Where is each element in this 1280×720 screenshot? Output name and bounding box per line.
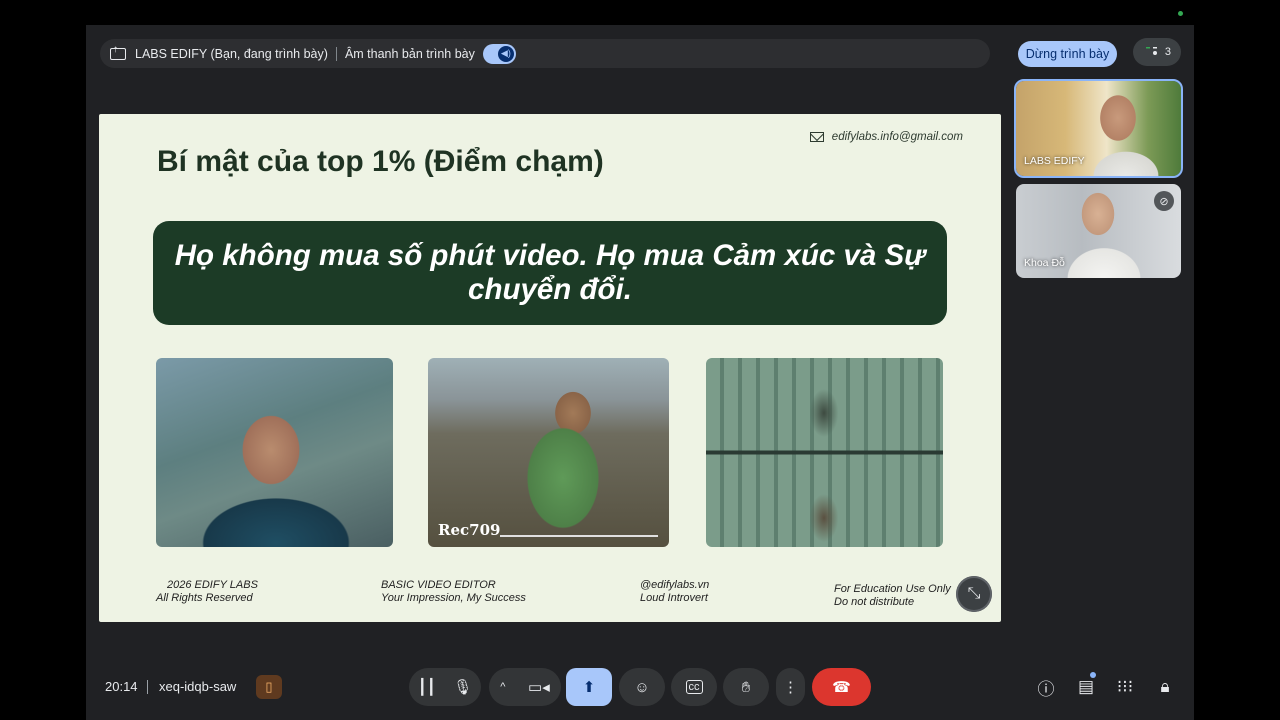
footer-handle-line1: @edifylabs.vn (640, 579, 710, 591)
footer-course-line1: BASIC VIDEO EDITOR (381, 579, 496, 591)
caption-line (500, 535, 658, 537)
footer-copyright: 2026 EDIFY LABS All Rights Reserved (156, 579, 258, 604)
mic-control-group: ┃┃ 🎙︎ (409, 668, 481, 706)
collapse-icon: ⤡ (967, 585, 981, 602)
more-options-button[interactable]: ⋮ (776, 668, 805, 706)
footer-handle-line2: Loud Introvert (640, 591, 708, 604)
present-screen-icon (110, 44, 126, 60)
meeting-code: xeq-idqb-saw (159, 679, 237, 694)
minimize-presentation-button[interactable]: ⤡ (956, 576, 992, 612)
slide-image-bus-scenes (706, 358, 943, 547)
participants-chip[interactable]: 3 (1133, 38, 1181, 66)
divider (335, 46, 337, 61)
leave-call-button[interactable]: ☎ (812, 668, 871, 706)
slide-image-girl-glasses (156, 358, 393, 547)
participant-count: 3 (1164, 46, 1171, 58)
chevron-up-icon[interactable]: ^ (500, 681, 505, 693)
slide-title: Bí mật của top 1% (Điểm chạm) (157, 145, 604, 178)
chat-notification-dot (1090, 672, 1096, 678)
footer-course-line2: Your Impression, My Success (381, 591, 526, 604)
info-icon[interactable]: ⓘ (1034, 676, 1058, 699)
email-text: edifylabs.info@gmail.com (831, 131, 963, 143)
divider (147, 680, 148, 694)
stop-presenting-button[interactable]: Dừng trình bày (1018, 41, 1117, 67)
mic-off-icon: ⊘ (1154, 191, 1174, 211)
presentation-slide: edifylabs.info@gmail.com Bí mật của top … (99, 114, 1001, 622)
audio-levels-icon[interactable]: ┃┃ (418, 678, 436, 696)
hand-icon: ✋︎ (741, 678, 751, 696)
presentation-audio-label: Âm thanh bản trình bày (344, 46, 475, 61)
host-controls-icon[interactable]: ▯ (256, 675, 282, 699)
footer-notice-line2: Do not distribute (834, 595, 915, 608)
people-icon (1146, 47, 1157, 55)
captions-icon: cc (685, 680, 703, 694)
presenting-bar: LABS EDIFY (Bạn, đang trình bày) Âm than… (100, 39, 990, 68)
present-screen-icon: ⬆ (582, 679, 596, 696)
activities-icon[interactable]: ⁝⁝⁝ (1113, 676, 1137, 698)
camera-control-group: ^ ▭◂ (489, 668, 561, 706)
camera-icon[interactable]: ▭◂ (528, 678, 550, 696)
participant-tile-self[interactable]: LABS EDIFY (1014, 79, 1183, 178)
emoji-reactions-button[interactable]: ☺ (619, 668, 665, 706)
microphone-icon[interactable]: 🎙︎ (453, 678, 472, 696)
footer-course: BASIC VIDEO EDITOR Your Impression, My S… (381, 579, 526, 604)
presentation-audio-toggle[interactable]: ◀) (482, 43, 516, 64)
participant-name: Khoa Đỗ (1024, 257, 1065, 269)
footer-copyright-line2: All Rights Reserved (156, 591, 253, 604)
presenter-text: LABS EDIFY (Bạn, đang trình bày) (135, 46, 328, 61)
participant-tile[interactable]: ⊘ Khoa Đỗ (1016, 184, 1181, 278)
raise-hand-button[interactable]: ✋︎ (723, 668, 769, 706)
rec709-caption: Rec709 (438, 521, 501, 539)
host-lock-icon[interactable]: 🔒︎ (1153, 676, 1177, 698)
participant-name: LABS EDIFY (1024, 155, 1085, 167)
footer-notice: For Education Use Only Do not distribute (834, 583, 951, 608)
chat-icon[interactable]: ▤ (1074, 676, 1098, 698)
slide-email: edifylabs.info@gmail.com (809, 131, 963, 143)
footer-copyright-line1: 2026 EDIFY LABS (167, 579, 258, 591)
recording-indicator-dot (1178, 11, 1183, 16)
slide-image-boys-bicycles: Rec709 (428, 358, 669, 547)
slide-quote: Họ không mua số phút video. Họ mua Cảm x… (153, 221, 947, 325)
hang-up-icon: ☎ (832, 679, 851, 696)
more-vert-icon: ⋮ (783, 679, 798, 696)
footer-handle: @edifylabs.vn Loud Introvert (640, 579, 709, 604)
captions-button[interactable]: cc (671, 668, 717, 706)
clock: 20:14 (105, 679, 138, 694)
emoji-icon: ☺ (634, 678, 650, 696)
present-screen-button[interactable]: ⬆ (566, 668, 612, 706)
speaker-icon: ◀) (497, 45, 514, 62)
mail-icon (809, 132, 824, 142)
footer-notice-line1: For Education Use Only (834, 583, 951, 595)
